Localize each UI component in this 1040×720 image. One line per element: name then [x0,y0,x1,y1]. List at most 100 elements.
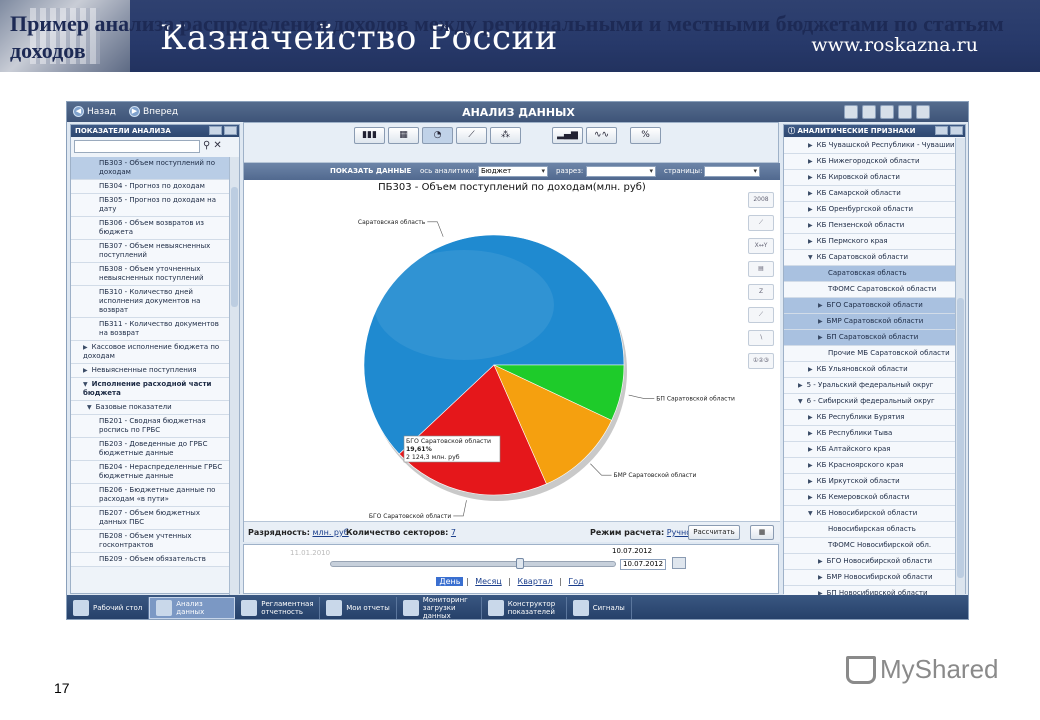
collapse-icon[interactable]: ▼ [87,404,92,411]
attribute-item[interactable]: Прочие МБ Саратовской области [784,346,957,362]
attribute-item[interactable]: ▼ КБ Саратовской области [784,250,957,266]
indicator-item[interactable]: ПБ305 - Прогноз по доходам на дату [71,194,229,217]
print-icon[interactable] [898,105,912,119]
expand-icon[interactable]: ▶ [818,318,823,325]
attribute-item[interactable]: ▶ КБ Пермского края [784,234,957,250]
attribute-item[interactable]: ▶ КБ Пензенской области [784,218,957,234]
search-icon[interactable]: ⚲ [203,140,210,152]
attribute-item[interactable]: ▼ 6 - Сибирский федеральный округ [784,394,957,410]
precision-link[interactable]: млн. руб [312,528,348,537]
period-quarter[interactable]: Квартал [518,577,553,586]
attribute-item[interactable]: ▶ КБ Чувашской Республики - Чувашии [784,138,957,154]
legend-icon[interactable]: ▤ [748,261,774,277]
attribute-item[interactable]: Саратовская область [784,266,957,282]
attribute-item[interactable]: ТФОМС Новосибирской обл. [784,538,957,554]
period-month[interactable]: Месяц [475,577,501,586]
collapse-icon[interactable]: ▼ [808,510,813,517]
attribute-item[interactable]: ▶ БП Саратовской области [784,330,957,346]
search-input[interactable] [74,139,200,153]
percent-button[interactable]: % [630,127,661,144]
indicator-item[interactable]: ПБ303 - Объем поступлений по доходам [71,157,229,180]
indicator-item[interactable]: ПБ307 - Объем невыясненных поступлений [71,240,229,263]
minimize-icon[interactable] [935,126,948,135]
attribute-item[interactable]: ▶ БГО Новосибирской области [784,554,957,570]
attribute-item[interactable]: ▶ КБ Ульяновской области [784,362,957,378]
sort-icon[interactable]: Z [748,284,774,300]
expand-icon[interactable]: ▶ [808,206,813,213]
waveform-button[interactable]: ∿∿ [586,127,617,144]
sectors-link[interactable]: 7 [451,528,456,537]
pie-chart-button[interactable]: ◔ [422,127,453,144]
mail-icon[interactable] [862,105,876,119]
bar-chart-button[interactable]: ▮▮▮ [354,127,385,144]
expand-icon[interactable]: ▶ [808,366,813,373]
indicator-item[interactable]: ПБ304 - Прогноз по доходам [71,180,229,194]
indicator-item[interactable]: ▼ Базовые показатели [71,401,229,415]
swap-icon[interactable] [224,126,237,135]
period-year[interactable]: Год [568,577,583,586]
taskbar-item[interactable]: Регламентная отчетность [235,597,321,619]
expand-icon[interactable]: ▶ [808,494,813,501]
attribute-item[interactable]: ▶ БГО Саратовской области [784,298,957,314]
expand-icon[interactable]: ▶ [808,238,813,245]
expand-icon[interactable]: ▶ [808,158,813,165]
indicator-item[interactable]: ПБ310 - Количество дней исполнения докум… [71,286,229,318]
taskbar-item[interactable]: Анализ данных [149,597,236,619]
calculate-button[interactable]: Рассчитать [688,525,740,540]
taskbar-item[interactable]: Сигналы [567,597,632,619]
indicator-item[interactable]: ПБ306 - Объем возвратов из бюджета [71,217,229,240]
right-scrollbar[interactable] [955,138,965,595]
expand-icon[interactable]: ▶ [818,302,823,309]
year-compare-icon[interactable]: 2008 [748,192,774,208]
expand-icon[interactable]: ▶ [808,222,813,229]
attribute-item[interactable]: ▶ БМР Саратовской области [784,314,957,330]
indicator-item[interactable]: ПБ204 - Нераспределенные ГРБС бюджетные … [71,461,229,484]
attribute-item[interactable]: Новосибирская область [784,522,957,538]
expand-icon[interactable]: ▶ [808,414,813,421]
expand-icon[interactable]: ▶ [818,574,823,581]
minimize-icon[interactable] [209,126,222,135]
attribute-item[interactable]: ▶ КБ Алтайского края [784,442,957,458]
attribute-item[interactable]: ▶ КБ Республики Тыва [784,426,957,442]
attribute-item[interactable]: ▶ КБ Кировской области [784,170,957,186]
expand-icon[interactable]: ▶ [818,334,823,341]
swap-icon[interactable] [950,126,963,135]
attribute-item[interactable]: ▶ БП Новосибирской области [784,586,957,595]
attribute-item[interactable]: ▶ КБ Нижегородской области [784,154,957,170]
pages-select[interactable] [704,166,760,177]
section-select[interactable] [586,166,656,177]
grid-settings-button[interactable]: ▦ [750,525,774,540]
info-icon[interactable] [916,105,930,119]
expand-icon[interactable]: ▶ [808,478,813,485]
indicator-item[interactable]: ПБ311 - Количество документов на возврат [71,318,229,341]
taskbar-item[interactable]: Мои отчеты [320,597,397,619]
trend-icon[interactable]: ⟋ [748,215,774,231]
clear-icon[interactable]: ✕ [213,140,221,152]
swap-axes-icon[interactable]: X↔Y [748,238,774,254]
histogram-button[interactable]: ▂▄▆ [552,127,583,144]
map-view-button[interactable]: ⁂ [490,127,521,144]
taskbar-item[interactable]: Мониторинг загрузки данных [397,596,482,619]
taskbar-item[interactable]: Рабочий стол [67,597,150,619]
indicator-item[interactable]: ▼ Исполнение расходной части бюджета [71,378,229,401]
expand-icon[interactable]: ▶ [818,558,823,565]
expand-icon[interactable]: ▶ [808,462,813,469]
indicator-item[interactable]: ПБ308 - Объем уточненных невыясненных по… [71,263,229,286]
expand-icon[interactable]: ▶ [808,190,813,197]
attribute-item[interactable]: ▶ КБ Самарской области [784,186,957,202]
expand-icon[interactable]: ▶ [83,344,88,351]
save-icon[interactable] [844,105,858,119]
left-scrollbar[interactable] [229,157,239,595]
indicator-item[interactable]: ▶ Кассовое исполнение бюджета по доходам [71,341,229,364]
collapse-icon[interactable]: ▼ [798,398,803,405]
expand-icon[interactable]: ▶ [798,382,803,389]
expand-icon[interactable]: ▶ [808,446,813,453]
attribute-item[interactable]: ▼ КБ Новосибирской области [784,506,957,522]
collapse-icon[interactable]: ▼ [808,254,813,261]
calendar-icon[interactable] [672,557,686,569]
attribute-item[interactable]: ▶ КБ Красноярского края [784,458,957,474]
period-day[interactable]: День [436,577,464,586]
zoom-icon[interactable]: ∖ [748,330,774,346]
collapse-icon[interactable]: ▼ [83,381,88,388]
indicator-item[interactable]: ПБ208 - Объем учтенных госконтрактов [71,530,229,553]
